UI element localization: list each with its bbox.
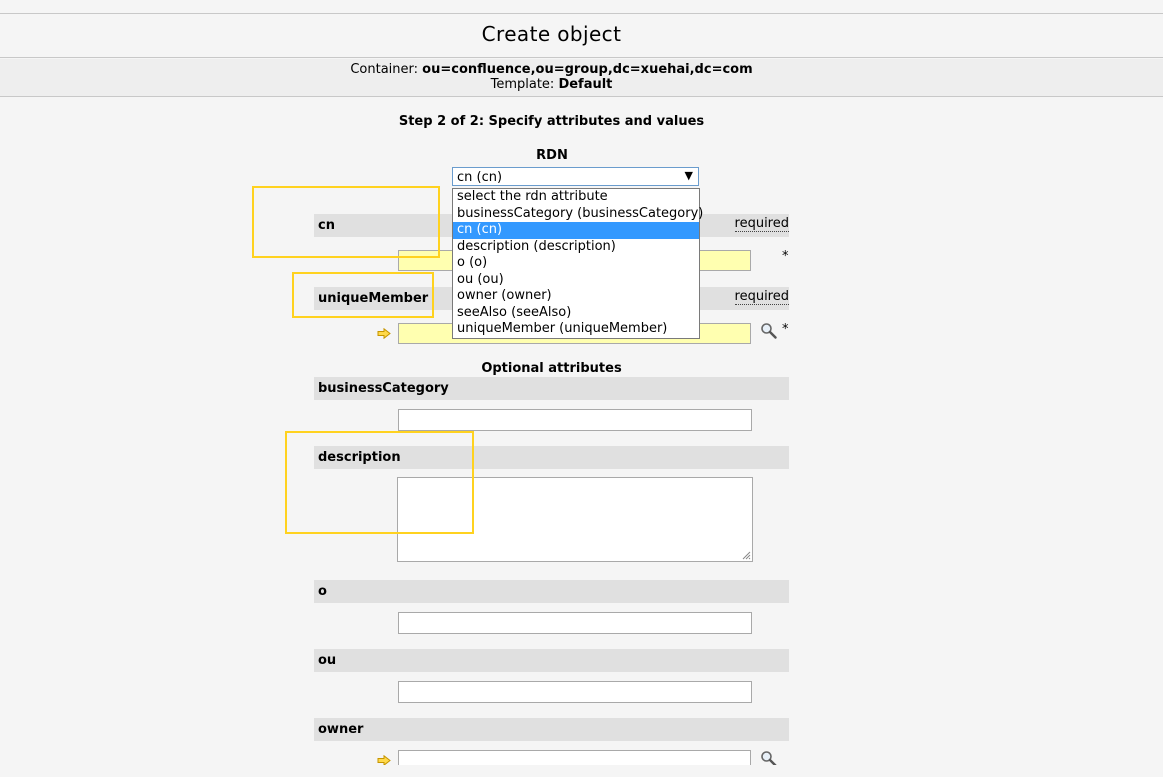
rdn-select[interactable]: cn (cn) ▼ — [452, 167, 699, 186]
rdn-option[interactable]: owner (owner) — [453, 288, 699, 305]
search-icon[interactable] — [760, 322, 777, 343]
ou-input[interactable] — [398, 681, 752, 703]
required-star: * — [782, 249, 789, 264]
rdn-label: RDN — [536, 148, 568, 163]
highlight-box-uniquemember — [292, 272, 434, 318]
rdn-option-selected[interactable]: cn (cn) — [453, 222, 699, 239]
rdn-option[interactable]: businessCategory (businessCategory) — [453, 206, 703, 223]
template-value: Default — [558, 77, 613, 92]
attr-header-o: o — [314, 580, 789, 603]
rdn-option[interactable]: o (o) — [453, 255, 699, 272]
attr-header-owner: owner — [314, 718, 789, 741]
resize-handle-icon[interactable] — [742, 551, 751, 560]
attr-label-owner: owner — [318, 722, 364, 737]
rdn-option[interactable]: description (description) — [453, 239, 699, 256]
bottom-fade — [0, 765, 1163, 777]
dropdown-arrow-icon: ▼ — [684, 169, 693, 182]
arrow-right-icon[interactable] — [377, 327, 391, 343]
highlight-box-cn — [252, 186, 440, 258]
attr-header-ou: ou — [314, 649, 789, 672]
required-star: * — [782, 322, 789, 337]
title-divider — [0, 57, 1163, 58]
container-info: Container: ou=confluence,ou=group,dc=xue… — [0, 62, 1103, 77]
optional-attributes-heading: Optional attributes — [481, 361, 622, 376]
attr-label-businesscategory: businessCategory — [318, 381, 449, 396]
attr-label-ou: ou — [318, 653, 337, 668]
owner-input[interactable] — [398, 750, 751, 765]
container-label: Container: — [350, 62, 419, 77]
rdn-option[interactable]: seeAlso (seeAlso) — [453, 305, 699, 322]
step-heading: Step 2 of 2: Specify attributes and valu… — [398, 114, 705, 129]
top-divider — [0, 13, 1163, 14]
rdn-option[interactable]: select the rdn attribute — [453, 189, 699, 206]
template-info: Template: Default — [0, 77, 1103, 92]
businesscategory-input[interactable] — [398, 409, 752, 431]
rdn-option[interactable]: ou (ou) — [453, 272, 699, 289]
info-divider — [0, 96, 1163, 97]
required-tag: required — [734, 289, 789, 305]
page-title: Create object — [481, 22, 622, 46]
required-tag: required — [734, 216, 789, 232]
rdn-dropdown-list[interactable]: select the rdn attribute businessCategor… — [452, 188, 703, 339]
container-value: ou=confluence,ou=group,dc=xuehai,dc=com — [422, 62, 753, 77]
rdn-selected-value: cn (cn) — [457, 170, 503, 185]
attr-header-businesscategory: businessCategory — [314, 377, 789, 400]
attr-label-o: o — [318, 584, 327, 599]
highlight-box-description — [285, 431, 474, 534]
template-label: Template: — [490, 77, 555, 92]
rdn-option[interactable]: uniqueMember (uniqueMember) — [453, 321, 699, 338]
o-input[interactable] — [398, 612, 752, 634]
